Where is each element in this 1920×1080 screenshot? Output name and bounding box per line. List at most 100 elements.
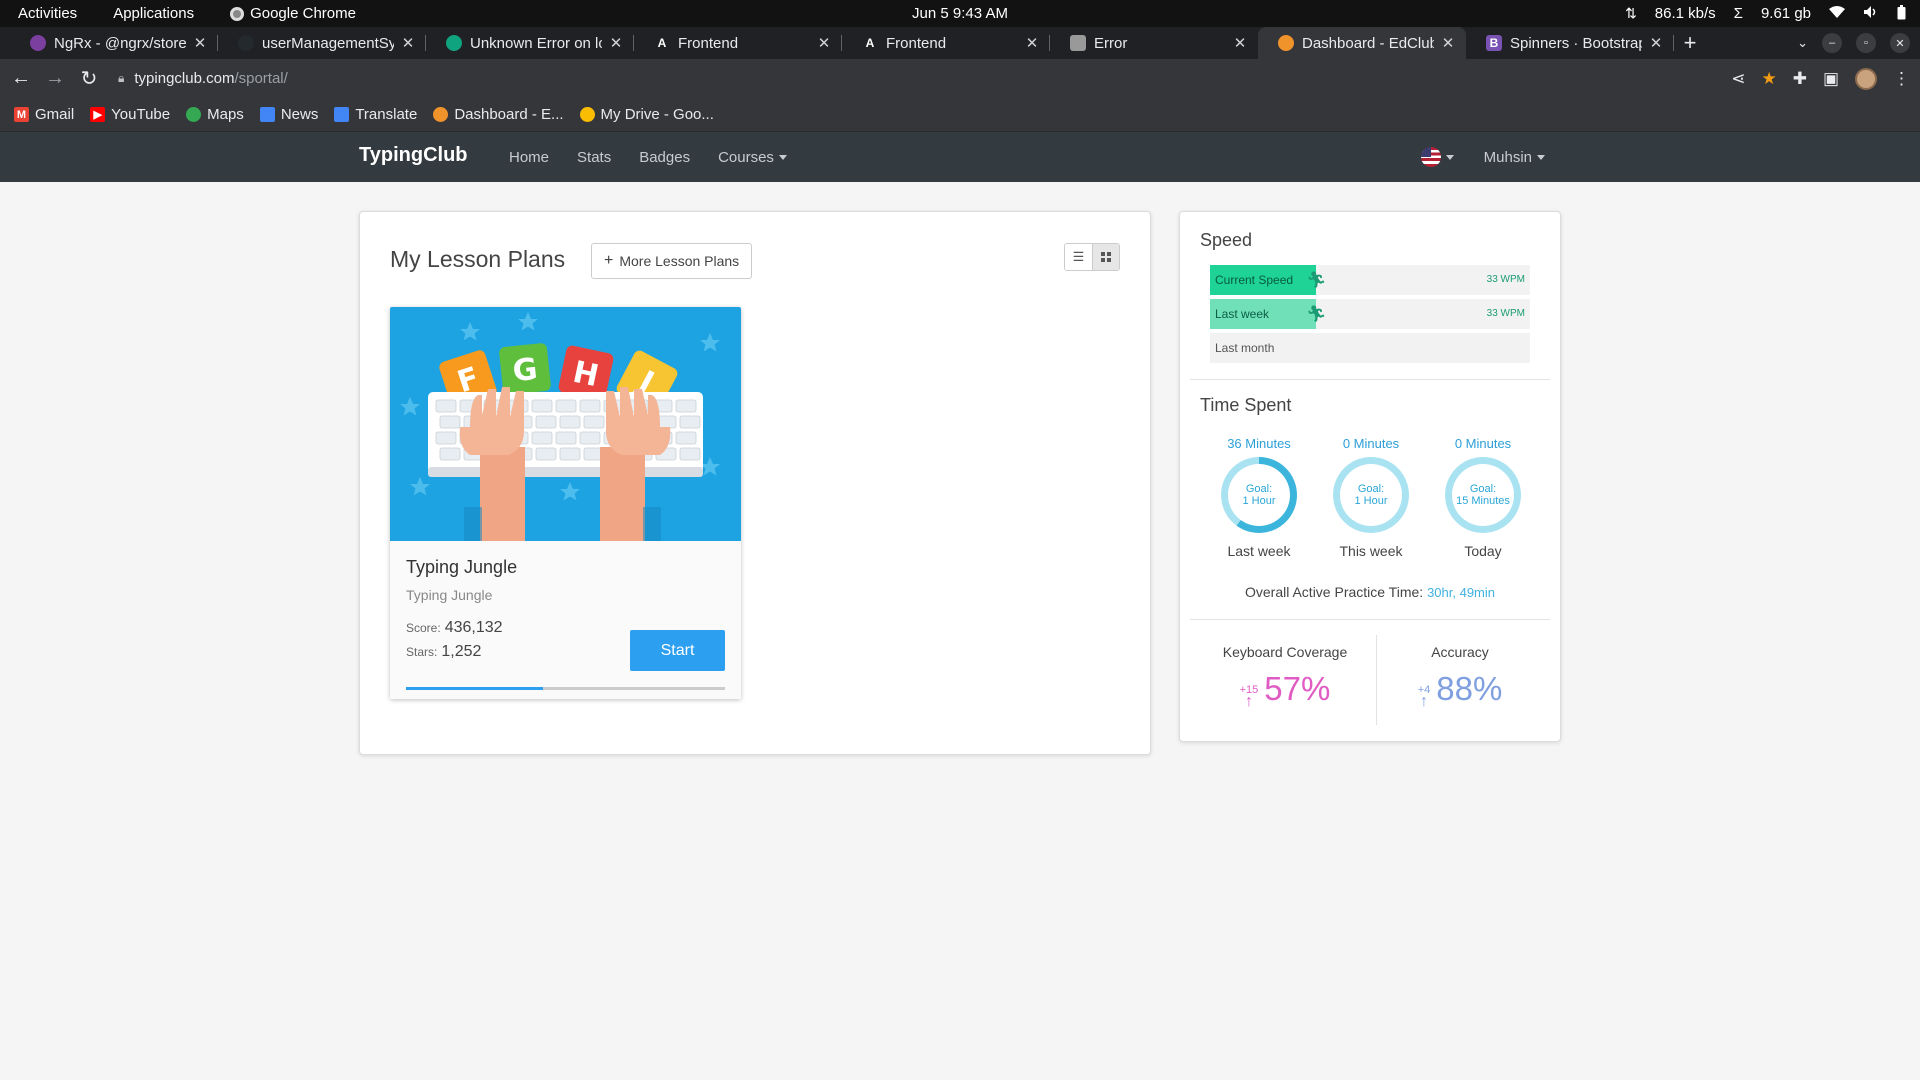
tab-close-icon[interactable]: ✕	[400, 34, 416, 52]
chevron-down-icon	[1445, 154, 1454, 160]
chrome-menu-icon[interactable]: ⋮	[1893, 69, 1910, 89]
tab-close-icon[interactable]: ✕	[1024, 34, 1040, 52]
gmail-icon: M	[14, 107, 29, 122]
speed-row-last-week: 🏃︎ Last week 33 WPM	[1210, 299, 1530, 329]
goal-value: 15 Minutes	[1456, 495, 1510, 507]
bookmark-label: News	[280, 106, 319, 123]
side-panel-icon[interactable]: ▣	[1823, 69, 1839, 89]
score-label: Score:	[406, 621, 441, 635]
brand-logo[interactable]: TypingClub	[359, 144, 468, 167]
tab-close-icon[interactable]: ✕	[1648, 34, 1664, 52]
browser-tab[interactable]: Dashboard - EdClub ✕	[1258, 27, 1466, 59]
coverage-label: Keyboard Coverage	[1222, 644, 1348, 660]
maximize-button[interactable]: ▫	[1856, 33, 1876, 53]
tab-title: userManagementSys	[262, 34, 394, 52]
tab-search-icon[interactable]: ⌄	[1797, 35, 1808, 51]
network-arrows-icon: ⇅	[1625, 5, 1637, 21]
translate-icon	[334, 107, 350, 122]
chrome-app-menu[interactable]: Google Chrome	[212, 5, 374, 22]
applications-menu[interactable]: Applications	[95, 5, 212, 22]
browser-tab[interactable]: NgRx - @ngrx/store-d ✕	[10, 27, 218, 59]
nav-home[interactable]: Home	[509, 149, 549, 166]
toolbar-actions: ⋖ ★ ✚ ▣ ⋮	[1731, 59, 1910, 98]
browser-tab-strip: NgRx - @ngrx/store-d ✕ userManagementSys ✕ U…	[0, 27, 1920, 59]
ring-center: Goal: 1 Hour	[1228, 464, 1290, 526]
browser-tab[interactable]: userManagementSys ✕	[218, 27, 426, 59]
forward-arrow-icon[interactable]: →	[38, 62, 72, 96]
lesson-card-body: Typing Jungle Typing Jungle Score: 436,13…	[390, 541, 741, 699]
browser-tab[interactable]: Unknown Error on lo ✕	[426, 27, 634, 59]
speed-title: Speed	[1200, 230, 1253, 250]
maps-icon	[186, 107, 202, 122]
bookmark-item[interactable]: Translate	[334, 106, 417, 123]
tab-close-icon[interactable]: ✕	[1440, 34, 1456, 52]
score-stat: Score: 436,132	[406, 619, 503, 637]
view-toggle: ☰	[1064, 243, 1120, 271]
activities-button[interactable]: Activities	[0, 5, 95, 22]
lesson-card[interactable]: F G H J Typing Jungle Typing Jungle Scor…	[390, 307, 741, 699]
minimize-button[interactable]: –	[1822, 33, 1842, 53]
tab-close-icon[interactable]: ✕	[608, 34, 624, 52]
bookmark-label: Gmail	[35, 106, 75, 123]
edclub-icon	[433, 107, 449, 122]
speed-value: 33 WPM	[1486, 274, 1525, 285]
share-icon[interactable]: ⋖	[1731, 69, 1745, 89]
keyboard-key	[531, 431, 553, 445]
back-arrow-icon[interactable]: ←	[4, 62, 38, 96]
stars-value: 1,252	[441, 643, 482, 660]
bookmark-item[interactable]: Maps	[186, 106, 244, 123]
bookmark-label: Translate	[355, 106, 418, 123]
bookmark-star-icon[interactable]: ★	[1761, 69, 1776, 89]
profile-avatar[interactable]	[1855, 67, 1877, 90]
divider	[1190, 379, 1550, 380]
stars-label: Stars:	[406, 645, 438, 659]
lesson-plans-panel: My Lesson Plans + More Lesson Plans ☰ F …	[359, 211, 1151, 755]
browser-tab[interactable]: A Frontend ✕	[842, 27, 1050, 59]
bookmark-item[interactable]: My Drive - Goo...	[579, 106, 714, 123]
extensions-icon[interactable]: ✚	[1793, 69, 1807, 89]
goal-ring: Goal: 1 Hour	[1221, 457, 1297, 533]
user-menu-dropdown[interactable]: Muhsin	[1484, 149, 1545, 166]
start-button[interactable]: Start	[630, 630, 725, 671]
close-window-button[interactable]: ✕	[1890, 33, 1910, 53]
browser-tab[interactable]: B Spinners · Bootstrap ✕	[1466, 27, 1674, 59]
os-clock[interactable]: Jun 5 9:43 AM	[912, 5, 1008, 22]
lesson-card-image[interactable]: F G H J	[390, 307, 741, 541]
bookmark-item[interactable]: ▶ YouTube	[90, 106, 170, 123]
lesson-card-title[interactable]: Typing Jungle	[406, 557, 517, 578]
nav-courses-label: Courses	[718, 148, 774, 166]
tab-title: Spinners · Bootstrap	[1510, 34, 1642, 52]
keyboard-key	[439, 415, 461, 429]
page-title: My Lesson Plans	[390, 246, 566, 272]
tab-title: Dashboard - EdClub	[1302, 34, 1434, 52]
more-lesson-plans-button[interactable]: + More Lesson Plans	[591, 243, 753, 279]
reload-icon[interactable]: ↻	[72, 62, 106, 96]
nav-courses-dropdown[interactable]: Courses	[718, 149, 787, 166]
tab-close-icon[interactable]: ✕	[192, 34, 208, 52]
list-view-icon[interactable]: ☰	[1065, 244, 1092, 270]
overall-practice-time: Overall Active Practice Time: 30hr, 49mi…	[1180, 584, 1560, 600]
keyboard-key	[439, 447, 461, 461]
ring-period: This week	[1339, 543, 1403, 559]
nav-badges[interactable]: Badges	[639, 149, 690, 166]
nav-stats[interactable]: Stats	[577, 149, 611, 166]
browser-toolbar: ← → ↻ 🔒︎ typingclub.com/sportal/ ⋖ ★ ✚ ▣…	[0, 59, 1920, 98]
bookmark-item[interactable]: M Gmail	[14, 106, 74, 123]
runner-icon: 🏃︎	[1306, 272, 1327, 289]
address-bar[interactable]: 🔒︎ typingclub.com/sportal/	[108, 63, 1740, 94]
browser-tab[interactable]: Error ✕	[1050, 27, 1258, 59]
lock-icon: 🔒︎	[118, 71, 125, 85]
tab-close-icon[interactable]: ✕	[816, 34, 832, 52]
nav-right: Muhsin	[1420, 132, 1545, 182]
new-tab-plus-icon[interactable]: +	[1674, 27, 1706, 59]
bookmark-item[interactable]: Dashboard - E...	[433, 106, 564, 123]
more-lesson-plans-label: More Lesson Plans	[619, 253, 740, 269]
language-dropdown[interactable]	[1420, 147, 1454, 167]
tab-close-icon[interactable]: ✕	[1232, 34, 1248, 52]
bookmark-item[interactable]: News	[259, 106, 319, 123]
wifi-icon	[1829, 5, 1845, 22]
grid-view-icon[interactable]	[1092, 244, 1119, 270]
accuracy-percent: 88%	[1436, 670, 1503, 707]
browser-tab[interactable]: A Frontend ✕	[634, 27, 842, 59]
os-status-area[interactable]: ⇅ 86.1 kb/s Σ 9.61 gb	[1625, 0, 1906, 27]
